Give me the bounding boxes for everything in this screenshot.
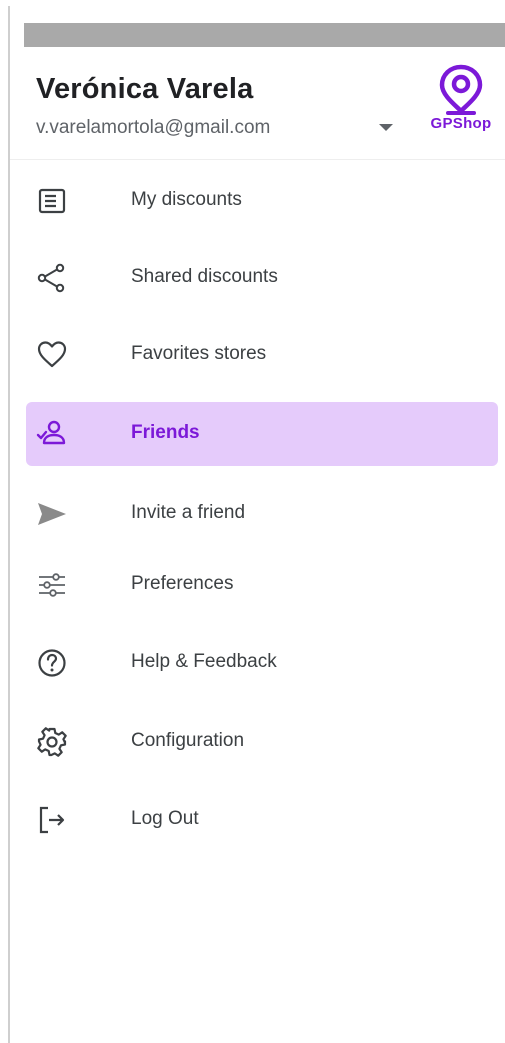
- drawer-header: Verónica Varela v.varelamortola@gmail.co…: [10, 47, 505, 160]
- menu-item-log-out[interactable]: Log Out: [26, 788, 498, 852]
- location-pin-icon: [439, 64, 483, 115]
- share-icon: [36, 262, 68, 294]
- sliders-icon: [36, 569, 68, 601]
- menu-item-configuration[interactable]: Configuration: [26, 710, 498, 774]
- menu-item-favorites-stores[interactable]: Favorites stores: [26, 323, 498, 387]
- menu-item-label: Log Out: [131, 808, 199, 829]
- gear-icon: [36, 726, 68, 758]
- menu-item-label: My discounts: [131, 189, 242, 210]
- menu-item-label: Shared discounts: [131, 266, 278, 287]
- menu-item-my-discounts[interactable]: My discounts: [26, 169, 498, 233]
- logo-text: GPShop: [430, 115, 492, 132]
- document-list-icon: [36, 185, 68, 217]
- menu-item-label: Help & Feedback: [131, 651, 277, 672]
- logout-icon: [36, 804, 68, 836]
- menu-item-label: Invite a friend: [131, 502, 246, 523]
- menu-item-friends[interactable]: Friends: [26, 402, 498, 466]
- menu-item-label: Preferences: [131, 573, 234, 594]
- menu-item-label: Configuration: [131, 730, 245, 751]
- app-frame: Verónica Varela v.varelamortola@gmail.co…: [0, 0, 505, 1043]
- send-icon: [36, 498, 68, 530]
- navigation-drawer: Verónica Varela v.varelamortola@gmail.co…: [10, 47, 505, 1043]
- caret-down-icon[interactable]: [376, 120, 396, 134]
- menu-item-help-feedback[interactable]: Help & Feedback: [26, 631, 498, 695]
- help-icon: [36, 647, 68, 679]
- menu-item-shared-discounts[interactable]: Shared discounts: [26, 246, 498, 310]
- menu-item-label: Favorites stores: [131, 343, 267, 364]
- menu-item-label: Friends: [131, 422, 200, 443]
- menu-item-invite-a-friend[interactable]: Invite a friend: [26, 482, 498, 546]
- friends-icon: [36, 418, 68, 450]
- menu-item-preferences[interactable]: Preferences: [26, 553, 498, 617]
- user-email: v.varelamortola@gmail.com: [36, 117, 271, 138]
- gpshop-logo: GPShop: [420, 63, 502, 133]
- status-bar: [24, 23, 505, 47]
- heart-icon: [36, 339, 68, 371]
- user-name: Verónica Varela: [36, 73, 254, 105]
